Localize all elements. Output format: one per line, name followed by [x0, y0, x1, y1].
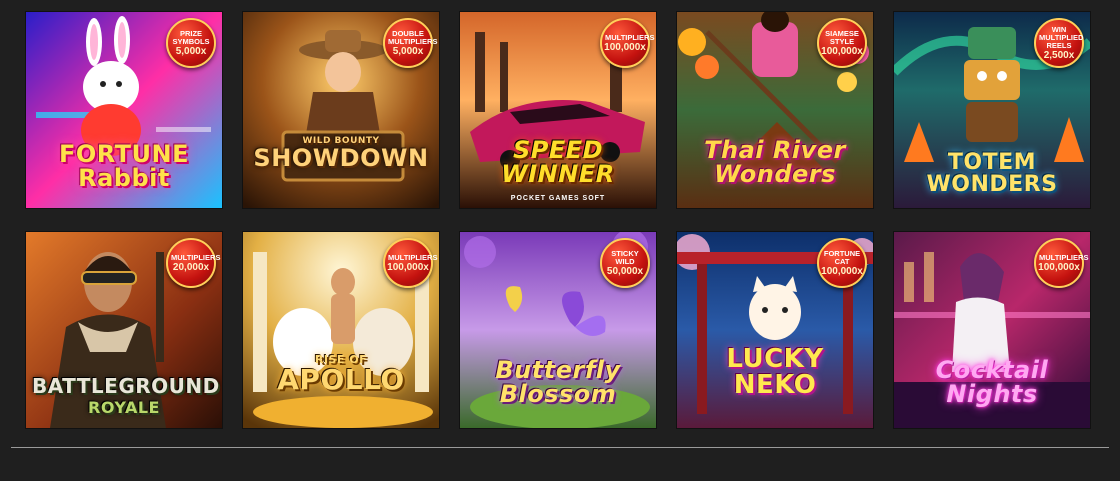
game-title-line2: ROYALE: [88, 398, 160, 417]
multiplier-badge: WIN MULTIPLIED REELS 2,500x: [1034, 18, 1084, 68]
multiplier-badge: MULTIPLIERS 100,000x: [600, 18, 654, 68]
game-title: FORTUNE Rabbit: [58, 140, 190, 192]
game-tile-wild-bounty-showdown[interactable]: DOUBLE MULTIPLIERS 5,000x WILD BOUNTY SH…: [243, 12, 439, 208]
game-tile-rise-of-apollo[interactable]: MULTIPLIERS 100,000x RISE OF APOLLO: [243, 232, 439, 428]
game-subtitle: POCKET GAMES SOFT: [510, 195, 606, 202]
game-title: Thai River Wonders: [704, 136, 846, 188]
game-tile-speed-winner[interactable]: MULTIPLIERS 100,000x SPEED WINNER POCKET…: [460, 12, 656, 208]
multiplier-badge: MULTIPLIERS 20,000x: [166, 238, 220, 288]
game-grid: PRIZE SYMBOLS 5,000x FORTUNE Rabbit DOUB…: [26, 12, 1090, 428]
game-tile-thai-river-wonders[interactable]: SIAMESE STYLE 100,000x Thai River Wonder…: [677, 12, 873, 208]
game-title: TOTEM WONDERS: [926, 150, 1058, 197]
game-tile-battleground-royale[interactable]: MULTIPLIERS 20,000x BATTLEGROUND ROYALE: [26, 232, 222, 428]
multiplier-badge: SIAMESE STYLE 100,000x: [817, 18, 867, 68]
multiplier-badge: FORTUNE CAT 100,000x: [817, 238, 867, 288]
game-tile-lucky-neko[interactable]: FORTUNE CAT 100,000x LUCKY NEKO: [677, 232, 873, 428]
game-title: APOLLO: [277, 363, 405, 396]
game-tile-butterfly-blossom[interactable]: STICKY WILD 50,000x Butterfly Blossom: [460, 232, 656, 428]
game-tile-totem-wonders[interactable]: WIN MULTIPLIED REELS 2,500x TOTEM WONDER…: [894, 12, 1090, 208]
game-title: BATTLEGROUND: [32, 374, 220, 398]
multiplier-badge: MULTIPLIERS 100,000x: [1034, 238, 1088, 288]
game-title: Butterfly Blossom: [495, 356, 621, 408]
game-title: Cocktail Nights: [935, 356, 1049, 408]
game-tile-cocktail-nights[interactable]: MULTIPLIERS 100,000x Cocktail Nights: [894, 232, 1090, 428]
multiplier-badge: MULTIPLIERS 100,000x: [383, 238, 437, 288]
multiplier-badge: DOUBLE MULTIPLIERS 5,000x: [383, 18, 437, 68]
multiplier-badge: PRIZE SYMBOLS 5,000x: [166, 18, 216, 68]
game-title: LUCKY NEKO: [726, 344, 824, 400]
game-title: SHOWDOWN: [253, 144, 429, 172]
game-title: SPEED WINNER: [501, 136, 615, 188]
multiplier-badge: STICKY WILD 50,000x: [600, 238, 650, 288]
game-tile-fortune-rabbit[interactable]: PRIZE SYMBOLS 5,000x FORTUNE Rabbit: [26, 12, 222, 208]
section-divider: [11, 447, 1109, 448]
